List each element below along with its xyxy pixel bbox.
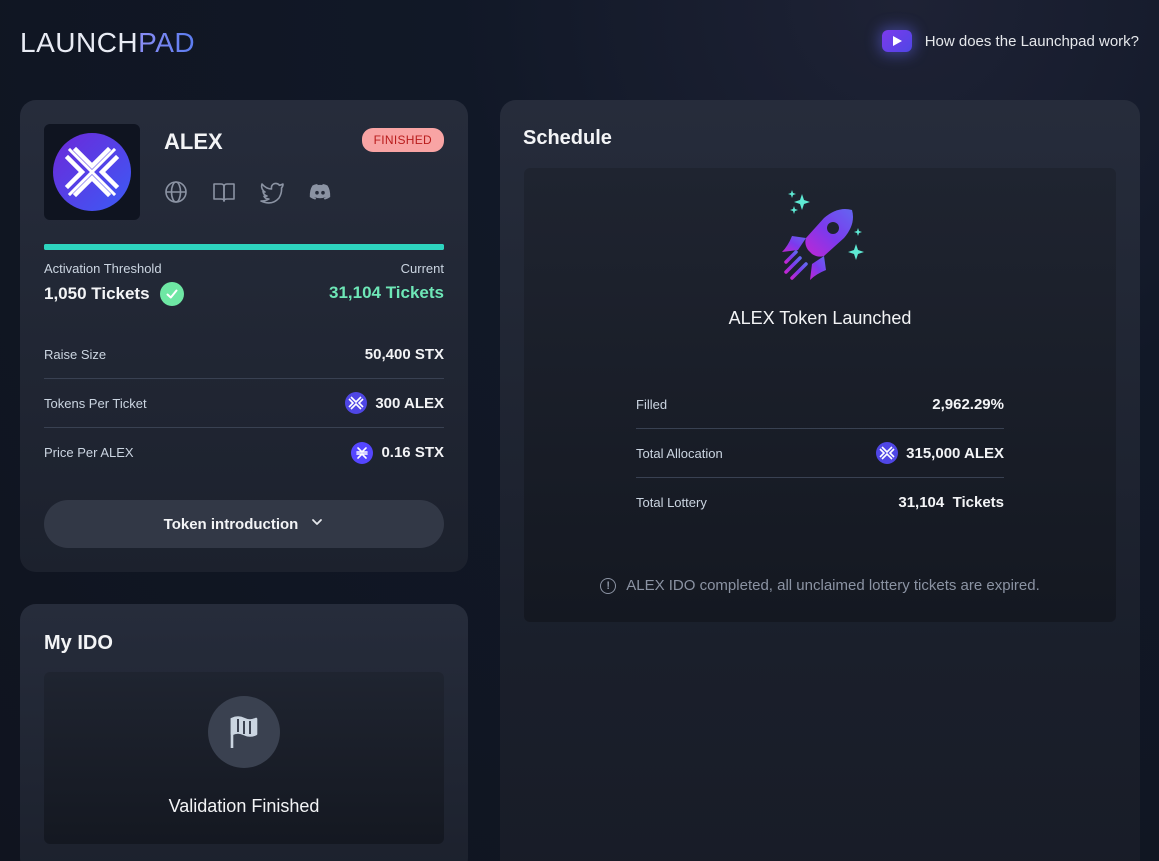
activation-threshold-label: Activation Threshold — [44, 261, 162, 276]
info-icon: ! — [600, 577, 617, 594]
my-ido-title: My IDO — [44, 632, 113, 654]
rocket-icon — [782, 190, 864, 280]
filled-row: Filled 2,962.29% — [636, 380, 1004, 429]
token-introduction-button[interactable]: Token introduction — [44, 500, 444, 548]
progress-fill — [44, 244, 444, 250]
total-lottery-value: 31,104 Tickets — [898, 494, 1004, 511]
price-per-alex-label: Price Per ALEX — [44, 445, 134, 460]
schedule-title: Schedule — [523, 127, 612, 149]
token-logo — [44, 124, 140, 220]
total-lottery-row: Total Lottery 31,104 Tickets — [636, 478, 1004, 527]
token-launched-text: ALEX Token Launched — [728, 308, 912, 328]
total-allocation-value: 315,000 ALEX — [906, 444, 1004, 462]
alex-token-icon — [345, 392, 368, 414]
price-per-alex-row: Price Per ALEX 0.16 STX — [44, 428, 444, 477]
activation-threshold-value: 1,050 Tickets — [44, 284, 150, 303]
brand-part-2: PAD — [138, 27, 196, 58]
total-allocation-label: Total Allocation — [636, 445, 723, 461]
ido-completed-note-text: ALEX IDO completed, all unclaimed lotter… — [626, 577, 1040, 594]
tokens-per-ticket-label: Tokens Per Ticket — [44, 395, 147, 411]
token-name: ALEX — [164, 129, 223, 154]
activation-threshold-value-wrap: 1,050 Tickets — [44, 282, 184, 306]
play-icon — [881, 30, 912, 52]
how-it-works-label: How does the Launchpad work? — [924, 32, 1139, 50]
status-badge: FINISHED — [361, 128, 444, 152]
social-links — [164, 180, 332, 204]
total-lottery-label: Total Lottery — [636, 495, 707, 510]
schedule-stats-list: Filled 2,962.29% Total Allocation 315,00… — [636, 380, 1004, 527]
launchpad-brand-title: LAUNCHPAD — [20, 27, 195, 59]
tokens-per-ticket-row: Tokens Per Ticket 300 ALEX — [44, 379, 444, 428]
validation-status-text: Validation Finished — [168, 796, 320, 816]
globe-icon[interactable] — [164, 180, 188, 204]
alex-token-icon — [876, 442, 899, 464]
price-per-alex-wrap: 0.16 STX — [351, 441, 444, 464]
tokens-per-ticket-value: 300 ALEX — [375, 394, 444, 412]
flag-icon — [208, 696, 280, 768]
current-tickets-value: 31,104 Tickets — [329, 283, 444, 302]
tokens-per-ticket-wrap: 300 ALEX — [345, 392, 444, 414]
total-allocation-row: Total Allocation 315,000 ALEX — [636, 429, 1004, 478]
current-label: Current — [400, 261, 444, 276]
token-info-card: ALEX FINISHED Activation Threshold Curre… — [20, 100, 468, 572]
twitter-icon[interactable] — [260, 180, 284, 204]
price-per-alex-value: 0.16 STX — [381, 444, 444, 461]
ticket-progress-bar — [44, 244, 444, 250]
my-ido-card: My IDO Validation Finished — [20, 604, 468, 861]
total-allocation-wrap: 315,000 ALEX — [876, 442, 1004, 464]
book-icon[interactable] — [212, 180, 236, 204]
raise-size-value: 50,400 STX — [364, 345, 444, 363]
schedule-card: Schedule ALEX Token Launched Filled 2,96… — [500, 100, 1140, 861]
my-ido-status-panel: Validation Finished — [44, 672, 444, 844]
how-it-works-link[interactable]: How does the Launchpad work? — [881, 30, 1139, 52]
filled-label: Filled — [636, 396, 668, 412]
raise-size-label: Raise Size — [44, 346, 107, 362]
ido-completed-note: ! ALEX IDO completed, all unclaimed lott… — [524, 577, 1116, 594]
token-introduction-label: Token introduction — [163, 515, 299, 533]
brand-part-1: LAUNCH — [20, 27, 139, 58]
alex-logo-icon — [53, 133, 131, 211]
raise-size-row: Raise Size 50,400 STX — [44, 330, 444, 379]
schedule-panel: ALEX Token Launched Filled 2,962.29% Tot… — [524, 168, 1116, 622]
stx-token-icon — [351, 441, 374, 464]
check-icon — [159, 282, 184, 306]
token-stats-list: Raise Size 50,400 STX Tokens Per Ticket … — [44, 330, 444, 477]
discord-icon[interactable] — [308, 180, 332, 204]
filled-value: 2,962.29% — [932, 395, 1004, 413]
chevron-down-icon — [310, 515, 324, 533]
